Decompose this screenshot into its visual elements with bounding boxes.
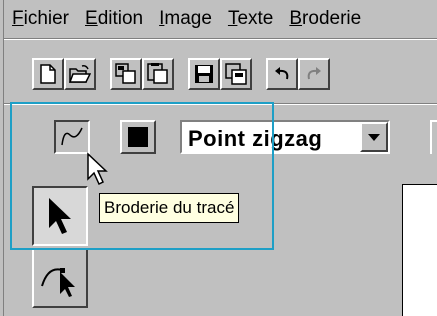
toolbar-button-partial[interactable] <box>430 120 437 154</box>
open-folder-icon <box>69 65 91 83</box>
filled-square-icon <box>128 127 148 147</box>
menu-edition[interactable]: Edition <box>77 0 151 38</box>
copy-button[interactable] <box>110 58 142 90</box>
tool-panel <box>4 172 99 316</box>
menu-fichier[interactable]: Fichier <box>4 0 77 38</box>
save-as-button[interactable] <box>220 58 252 90</box>
open-button[interactable] <box>64 58 96 90</box>
undo-icon <box>275 67 289 80</box>
redo-icon <box>307 67 321 80</box>
application-window: Fichier Edition Image Texte Broderie Poi… <box>0 0 437 316</box>
node-tool-button[interactable] <box>32 248 88 308</box>
stitch-type-select[interactable]: Point zigzag <box>180 120 390 154</box>
tooltip: Broderie du tracé <box>99 193 240 223</box>
menu-image[interactable]: Image <box>151 0 220 38</box>
drawing-canvas[interactable] <box>402 184 437 316</box>
toolbar-separator <box>4 103 437 105</box>
chevron-down-icon <box>368 133 380 141</box>
arrow-pointer-icon <box>49 198 71 234</box>
main-toolbar <box>4 40 437 102</box>
undo-button[interactable] <box>266 58 298 90</box>
menu-broderie[interactable]: Broderie <box>281 0 369 38</box>
mouse-cursor-icon <box>87 152 108 186</box>
fill-color-button[interactable] <box>120 120 156 154</box>
copy-icon <box>115 63 136 84</box>
dropdown-arrow-button[interactable] <box>360 122 388 152</box>
new-doc-icon <box>40 64 56 84</box>
paste-button[interactable] <box>142 58 174 90</box>
select-tool-button[interactable] <box>32 186 88 246</box>
menu-texte[interactable]: Texte <box>220 0 281 38</box>
save-icon <box>195 65 213 83</box>
menu-bar: Fichier Edition Image Texte Broderie <box>4 0 437 39</box>
new-document-button[interactable] <box>32 58 64 90</box>
curve-path-icon <box>61 127 83 146</box>
redo-button[interactable] <box>298 58 330 90</box>
stitch-toolbar: Point zigzag <box>4 106 437 172</box>
save-as-icon <box>225 63 247 85</box>
stitch-type-value: Point zigzag <box>188 126 323 151</box>
save-button[interactable] <box>188 58 220 90</box>
paste-icon <box>147 63 168 84</box>
path-embroidery-button[interactable] <box>54 120 90 154</box>
node-edit-icon <box>41 268 75 297</box>
